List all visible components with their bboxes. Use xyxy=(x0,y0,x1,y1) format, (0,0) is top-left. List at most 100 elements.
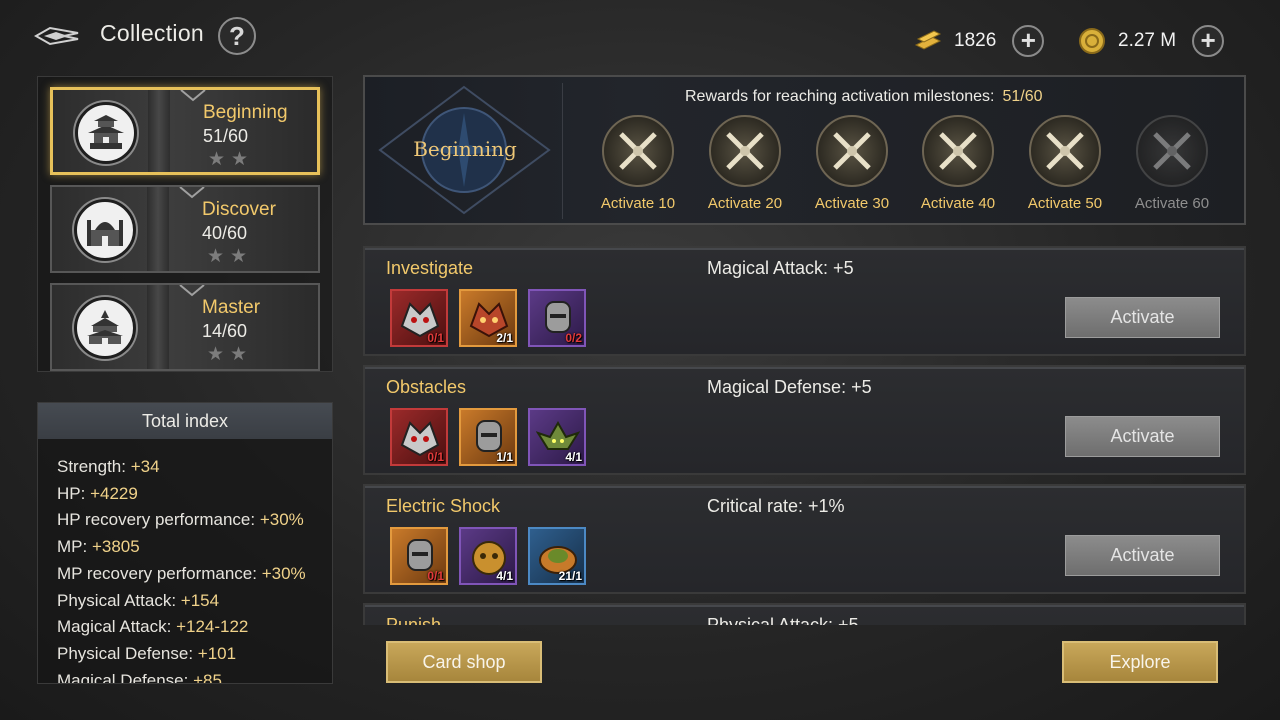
card-list: 0/1 1/1 4/1 xyxy=(390,408,586,466)
pagoda-icon xyxy=(75,102,137,164)
card-slot[interactable]: 4/1 xyxy=(459,527,517,585)
collection-row-obstacles: Obstacles Magical Defense: +5 0/1 1/1 4/… xyxy=(363,365,1246,475)
crossed-swords-icon[interactable] xyxy=(922,115,994,187)
milestone-label: Activate 30 xyxy=(814,195,890,212)
index-row: Magical Attack: +124-122 xyxy=(57,614,332,641)
index-label: Strength: xyxy=(57,457,131,476)
index-value: +30% xyxy=(261,563,306,583)
index-value: +124-122 xyxy=(176,617,249,637)
collection-bonus: Critical rate: +1% xyxy=(707,496,845,516)
category-list: Beginning 51/60 ★★ Discover 40/60 ★★ Mas… xyxy=(37,76,333,372)
collection-name: Obstacles xyxy=(386,377,467,397)
milestone-20[interactable]: Activate 20 xyxy=(695,115,795,212)
category-beginning[interactable]: Beginning 51/60 ★★ xyxy=(50,87,320,175)
total-index-list: Strength: +34 HP: +4229 HP recovery perf… xyxy=(38,439,332,684)
activate-button[interactable]: Activate xyxy=(1065,416,1220,457)
category-discover[interactable]: Discover 40/60 ★★ xyxy=(50,185,320,273)
gold-bars-currency: 1826 + xyxy=(912,23,1045,59)
star-icon: ★★ xyxy=(207,344,254,365)
index-label: HP: xyxy=(57,483,91,503)
index-row: MP recovery performance: +30% xyxy=(57,561,332,588)
collection-row-electric-shock: Electric Shock Critical rate: +1% 0/1 4/… xyxy=(363,484,1246,594)
index-row: Strength: +34 xyxy=(57,454,332,481)
card-count: 0/1 xyxy=(427,331,444,345)
card-count: 21/1 xyxy=(558,569,582,583)
collection-bonus: Magical Defense: +5 xyxy=(707,377,872,397)
banner-category-label: Beginning xyxy=(413,137,517,161)
milestone-label: Activate 60 xyxy=(1134,195,1210,212)
index-row: MP: +3805 xyxy=(57,534,332,561)
index-row: Physical Attack: +154 xyxy=(57,588,332,615)
card-count: 0/1 xyxy=(427,569,444,583)
milestone-50[interactable]: Activate 50 xyxy=(1015,115,1115,212)
collection-row-punish: Punish Physical Attack: +5 xyxy=(363,603,1246,625)
milestone-label: Activate 50 xyxy=(1027,195,1103,212)
back-arrow-icon[interactable] xyxy=(33,22,80,50)
index-label: Physical Attack: xyxy=(57,590,181,610)
index-value: +30% xyxy=(259,510,304,530)
collection-row-investigate: Investigate Magical Attack: +5 0/1 2/1 0… xyxy=(363,246,1246,356)
index-label: MP: xyxy=(57,537,92,557)
chevron-down-icon xyxy=(179,285,205,297)
milestone-banner: Beginning Rewards for reaching activatio… xyxy=(363,75,1246,225)
card-slot[interactable]: 0/1 xyxy=(390,527,448,585)
crossed-swords-icon[interactable] xyxy=(709,115,781,187)
activate-button[interactable]: Activate xyxy=(1065,535,1220,576)
card-slot[interactable]: 0/1 xyxy=(390,289,448,347)
card-count: 0/2 xyxy=(565,331,582,345)
milestone-40[interactable]: Activate 40 xyxy=(908,115,1008,212)
pillar-decoration xyxy=(147,285,169,369)
card-slot[interactable]: 21/1 xyxy=(528,527,586,585)
card-shop-button[interactable]: Card shop xyxy=(386,641,542,683)
total-index-title: Total index xyxy=(38,403,332,439)
index-value: +154 xyxy=(180,590,220,610)
card-slot[interactable]: 2/1 xyxy=(459,289,517,347)
chevron-down-icon xyxy=(180,90,206,102)
milestone-progress: 51/60 xyxy=(1002,88,1043,105)
collection-name: Investigate xyxy=(386,258,474,278)
card-slot[interactable]: 0/1 xyxy=(390,408,448,466)
index-label: Physical Defense: xyxy=(57,643,198,663)
crossed-swords-icon[interactable] xyxy=(1029,115,1101,187)
card-count: 4/1 xyxy=(565,450,582,464)
crossed-swords-icon[interactable] xyxy=(816,115,888,187)
explore-button[interactable]: Explore xyxy=(1062,641,1218,683)
help-button[interactable]: ? xyxy=(218,17,256,55)
index-row: Magical Defense: +85 xyxy=(57,668,332,684)
add-gold-bars-button[interactable]: + xyxy=(1012,25,1045,57)
milestone-label: Activate 40 xyxy=(920,195,996,212)
index-label: MP recovery performance: xyxy=(57,563,262,583)
index-value: +34 xyxy=(130,457,160,476)
milestone-30[interactable]: Activate 30 xyxy=(802,115,902,212)
index-value: +4229 xyxy=(90,483,138,503)
milestone-60[interactable]: Activate 60 xyxy=(1122,115,1222,212)
category-name: Beginning xyxy=(203,102,288,123)
crossed-swords-icon[interactable] xyxy=(1136,115,1208,187)
category-count: 14/60 xyxy=(202,321,248,341)
card-slot[interactable]: 0/2 xyxy=(528,289,586,347)
coins-value: 2.27 M xyxy=(1118,30,1177,51)
index-row: HP recovery performance: +30% xyxy=(57,507,332,534)
card-slot[interactable]: 4/1 xyxy=(528,408,586,466)
card-count: 1/1 xyxy=(496,450,513,464)
index-row: HP: +4229 xyxy=(57,481,332,508)
index-row: Physical Defense: +101 xyxy=(57,641,332,668)
activate-button[interactable]: Activate xyxy=(1065,297,1220,338)
category-count: 40/60 xyxy=(202,223,248,243)
collection-bonus: Magical Attack: +5 xyxy=(707,258,854,278)
category-master[interactable]: Master 14/60 ★★ xyxy=(50,283,320,371)
collection-list[interactable]: Investigate Magical Attack: +5 0/1 2/1 0… xyxy=(363,243,1246,625)
card-list: 0/1 4/1 21/1 xyxy=(390,527,586,585)
collection-name: Punish xyxy=(386,615,442,625)
index-label: HP recovery performance: xyxy=(57,510,260,530)
total-index-panel[interactable]: Total index Strength: +34 HP: +4229 HP r… xyxy=(37,402,333,684)
card-count: 4/1 xyxy=(496,569,513,583)
chevron-down-icon xyxy=(179,187,205,199)
page-title: Collection xyxy=(100,20,204,46)
card-slot[interactable]: 1/1 xyxy=(459,408,517,466)
add-coins-button[interactable]: + xyxy=(1192,25,1225,57)
crossed-swords-icon[interactable] xyxy=(602,115,674,187)
index-label: Magical Defense: xyxy=(57,670,194,684)
milestone-10[interactable]: Activate 10 xyxy=(588,115,688,212)
category-name: Master xyxy=(202,297,261,318)
